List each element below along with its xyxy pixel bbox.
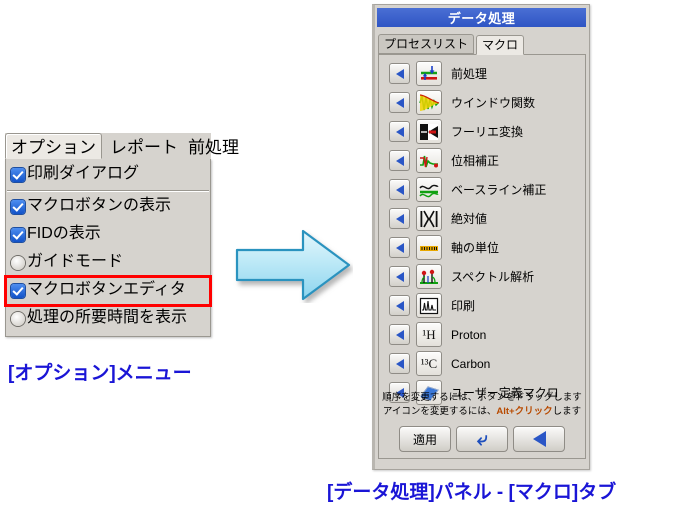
collapse-arrow-icon[interactable] (389, 208, 410, 229)
macro-row[interactable]: スペクトル解析 (379, 262, 585, 291)
tab-process-list[interactable]: プロセスリスト (378, 33, 475, 54)
panel-title-bar: データ処理 (377, 8, 586, 27)
collapse-arrow-icon[interactable] (389, 353, 410, 374)
macro-label: ウインドウ関数 (451, 95, 536, 110)
hint-line-2: アイコンを変更するには、Alt+クリックします (379, 405, 585, 420)
undo-button[interactable]: ⤷ (456, 426, 508, 452)
menu-separator (7, 190, 209, 192)
macro-label: 前処理 (451, 66, 488, 81)
proton-icon[interactable]: ¹H (416, 322, 442, 347)
caption-data-processing-panel: [データ処理]パネル - [マクロ]タブ (327, 482, 617, 503)
macro-row[interactable]: 絶対値 (379, 204, 585, 233)
menubar-item-label: レポート (110, 137, 178, 157)
macro-row[interactable]: 前処理 (379, 59, 585, 88)
menu-item-show-macro-buttons[interactable]: マクロボタンの表示 (6, 193, 210, 221)
macro-row[interactable]: ベースライン補正 (379, 175, 585, 204)
macro-row[interactable]: 位相補正 (379, 146, 585, 175)
macro-row[interactable]: 軸の単位 (379, 233, 585, 262)
caption-options-menu: [オプション]メニュー (8, 363, 192, 384)
menu-item-label: 処理の所要時間を表示 (27, 309, 188, 326)
menu-item-show-processing-time[interactable]: 処理の所要時間を表示 (6, 305, 210, 333)
menu-item-label: マクロボタンの表示 (27, 197, 172, 214)
menubar: オプション レポート 前処理 (5, 131, 239, 159)
back-button[interactable] (513, 426, 565, 452)
menu-item-label: ガイドモード (27, 253, 124, 270)
menu-item-label: マクロボタンエディタ (27, 281, 186, 298)
window-function-icon[interactable] (416, 90, 442, 115)
menubar-item-preprocess[interactable]: 前処理 (183, 133, 244, 159)
macro-label: スペクトル解析 (451, 269, 535, 284)
macro-row[interactable]: ウインドウ関数 (379, 88, 585, 117)
apply-button-label: 適用 (412, 432, 437, 447)
macro-row[interactable]: 印刷 (379, 291, 585, 320)
axis-unit-icon[interactable] (416, 235, 442, 260)
hint-line-2-post: します (552, 406, 582, 418)
menubar-item-label: 前処理 (188, 137, 239, 157)
carbon-glyph: ¹³C (420, 355, 438, 371)
data-processing-panel: データ処理 プロセスリスト マクロ 前処理 ウインドウ関数 フーリエ変換 位相補… (372, 4, 590, 470)
collapse-arrow-icon[interactable] (389, 295, 410, 316)
proton-glyph: ¹H (422, 326, 436, 342)
panel-title: データ処理 (447, 11, 516, 26)
hint-line-2-pre: アイコンを変更するには、 (382, 406, 497, 418)
macro-label: 軸の単位 (451, 240, 500, 255)
print-icon[interactable] (416, 293, 442, 318)
macro-label: 印刷 (451, 298, 476, 313)
back-arrow-icon (532, 431, 546, 447)
menu-item-label: FIDの表示 (27, 225, 101, 242)
undo-icon: ⤷ (476, 428, 488, 450)
absolute-value-icon[interactable] (416, 206, 442, 231)
macro-row[interactable]: ¹³C Carbon (379, 349, 585, 378)
right-arrow-icon (235, 229, 351, 301)
panel-hint-text: 順序を変更するには、ボタンをドラッグします アイコンを変更するには、Alt+クリ… (379, 391, 585, 420)
checkbox-unchecked-icon[interactable] (11, 312, 25, 326)
baseline-correction-icon[interactable] (416, 177, 442, 202)
checkbox-checked-icon[interactable] (11, 168, 25, 182)
macro-label: Proton (451, 327, 487, 342)
tab-label: プロセスリスト (384, 36, 469, 51)
collapse-arrow-icon[interactable] (389, 150, 410, 171)
hint-alt-key: Alt+クリック (496, 406, 553, 418)
collapse-arrow-icon[interactable] (389, 179, 410, 200)
collapse-arrow-icon[interactable] (389, 237, 410, 258)
checkbox-checked-icon[interactable] (11, 228, 25, 242)
menu-item-label: 印刷ダイアログ (27, 165, 140, 182)
apply-button[interactable]: 適用 (399, 426, 451, 452)
macro-label: 位相補正 (451, 153, 500, 168)
menu-item-show-fid[interactable]: FIDの表示 (6, 221, 210, 249)
tab-macro[interactable]: マクロ (476, 34, 525, 55)
macro-label: 絶対値 (451, 211, 488, 226)
macro-label: Carbon (451, 356, 491, 371)
checkbox-unchecked-icon[interactable] (11, 256, 25, 270)
menu-item-guide-mode[interactable]: ガイドモード (6, 249, 210, 277)
macro-row[interactable]: ¹H Proton (379, 320, 585, 349)
collapse-arrow-icon[interactable] (389, 266, 410, 287)
menubar-item-label: オプション (11, 137, 96, 157)
phase-correction-icon[interactable] (416, 148, 442, 173)
hint-line-1: 順序を変更するには、ボタンをドラッグします (382, 391, 582, 403)
panel-tabs: プロセスリスト マクロ (378, 31, 586, 55)
menu-item-print-dialog[interactable]: 印刷ダイアログ (6, 161, 210, 189)
fourier-transform-icon[interactable] (416, 119, 442, 144)
menu-item-macro-button-editor[interactable]: マクロボタンエディタ (4, 275, 212, 307)
checkbox-checked-icon[interactable] (11, 200, 25, 214)
checkbox-checked-icon[interactable] (11, 284, 25, 298)
collapse-arrow-icon[interactable] (389, 63, 410, 84)
collapse-arrow-icon[interactable] (389, 324, 410, 345)
collapse-arrow-icon[interactable] (389, 121, 410, 142)
carbon-icon[interactable]: ¹³C (416, 351, 442, 376)
menubar-item-report[interactable]: レポート (105, 133, 183, 159)
preprocess-icon[interactable] (416, 61, 442, 86)
options-menu: オプション レポート 前処理 印刷ダイアログ マクロボタンの表示 FIDの表示 … (4, 131, 239, 337)
panel-buttons: 適用 ⤷ (379, 426, 585, 452)
macro-row[interactable]: フーリエ変換 (379, 117, 585, 146)
collapse-arrow-icon[interactable] (389, 92, 410, 113)
macro-list: 前処理 ウインドウ関数 フーリエ変換 位相補正 ベースライン補正 絶対値 軸の単… (378, 55, 586, 459)
menubar-item-options[interactable]: オプション (5, 133, 102, 159)
macro-label: ベースライン補正 (451, 182, 547, 197)
tab-label: マクロ (482, 37, 519, 52)
options-dropdown: 印刷ダイアログ マクロボタンの表示 FIDの表示 ガイドモード マクロボタンエデ… (4, 159, 212, 337)
macro-label: フーリエ変換 (451, 124, 524, 139)
spectrum-analysis-icon[interactable] (416, 264, 442, 289)
